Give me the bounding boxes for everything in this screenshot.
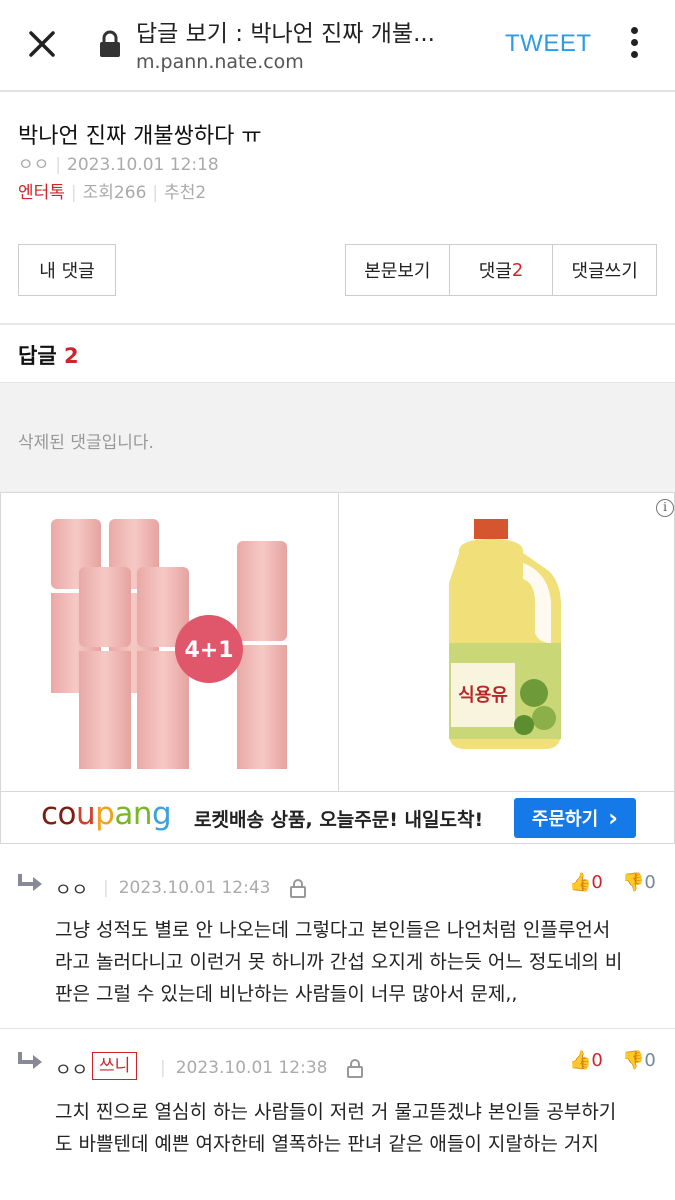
cooking-oil-product-image: 식용유 [449, 519, 561, 749]
divider [0, 1028, 675, 1029]
comment-line: 도 바쁠텐데 예쁜 여자한테 열폭하는 판녀 같은 애들이 지랄하는 거지 [55, 1133, 599, 1155]
chevron-right-icon: › [608, 804, 619, 832]
like-count: 0 [591, 872, 603, 893]
article-title[interactable]: 박나언 진짜 개불쌍하다 ㅠ [18, 118, 262, 150]
thumbs-up-icon: 👍 [569, 1050, 592, 1071]
thumbs-up-icon: 👍 [569, 872, 592, 893]
comment-line: 그치 찐으로 열심히 하는 사람들이 저런 거 물고뜯겠냐 본인들 공부하기 [55, 1101, 617, 1123]
like-button[interactable]: 👍0 [569, 872, 603, 893]
comment-line: 그냥 성적도 별로 안 나오는데 그렇다고 본인들은 나언처럼 인플루언서 [55, 919, 611, 941]
article-actions: 본문보기 댓글 2 댓글쓰기 [345, 244, 657, 296]
logo-part: u [76, 796, 96, 832]
dislike-button[interactable]: 👎0 [622, 1050, 656, 1071]
my-comments-button[interactable]: 내 댓글 [18, 244, 116, 296]
comment-datetime-text: 2023.10.01 12:43 [118, 878, 271, 898]
article-datetime: 2023.10.01 12:18 [67, 155, 219, 175]
reply-arrow-icon [18, 1052, 42, 1069]
view-post-label: 본문보기 [364, 261, 431, 282]
comment-body: 그냥 성적도 별로 안 나오는데 그렇다고 본인들은 나언처럼 인플루언서 라고… [55, 914, 665, 1010]
ad-text: 로켓배송 상품, 오늘주문! 내일도착! [194, 809, 484, 831]
comments-button[interactable]: 댓글 2 [450, 245, 554, 295]
replies-heading: 답글 2 [18, 340, 79, 370]
write-comment-button[interactable]: 댓글쓰기 [553, 245, 656, 295]
deleted-comment: 삭제된 댓글입니다. [0, 382, 675, 492]
like-count: 0 [591, 1050, 603, 1071]
dislike-count: 0 [644, 872, 656, 893]
lock-icon[interactable] [289, 878, 307, 898]
comment-datetime-text: 2023.10.01 12:38 [175, 1058, 328, 1078]
view-post-button[interactable]: 본문보기 [346, 245, 450, 295]
tweet-button[interactable]: TWEET [505, 30, 592, 58]
lock-icon [100, 30, 120, 57]
article-recommends: 추천2 [164, 183, 207, 203]
coupang-logo: coupang [41, 796, 172, 832]
comment-nickname[interactable]: ㅇㅇ [55, 1056, 88, 1082]
lock-icon[interactable] [346, 1058, 364, 1078]
dislike-button[interactable]: 👎0 [622, 872, 656, 893]
page-title: 답글 보기 : 박나언 진짜 개불... [136, 21, 435, 47]
like-button[interactable]: 👍0 [569, 1050, 603, 1071]
article-views: 조회266 [82, 183, 147, 203]
reply-arrow-icon [18, 874, 42, 891]
deleted-comment-text: 삭제된 댓글입니다. [18, 433, 154, 453]
comments-label: 댓글 [478, 261, 512, 282]
replies-count: 2 [63, 344, 79, 368]
article-author: ㅇㅇ [18, 155, 50, 175]
close-icon[interactable] [22, 24, 62, 64]
author-badge: 쓰니 [92, 1052, 138, 1080]
logo-part: co [41, 796, 77, 832]
comment-line: 라고 놀러다니고 이런거 못 하니까 간섭 오지게 하는듯 어느 정도네의 비 [55, 951, 623, 973]
ad-banner[interactable]: coupang 로켓배송 상품, 오늘주문! 내일도착! 주문하기 › [1, 791, 675, 843]
logo-part: g [152, 796, 172, 832]
comment-nickname[interactable]: ㅇㅇ [55, 876, 88, 902]
comment-body: 그치 찐으로 열심히 하는 사람들이 저런 거 물고뜯겠냐 본인들 공부하기 도… [55, 1096, 665, 1160]
comments-count: 2 [511, 259, 524, 281]
url-text[interactable]: m.pann.nate.com [136, 51, 304, 73]
ad-oil-label: 식용유 [458, 685, 508, 706]
thumbs-down-icon: 👎 [622, 872, 645, 893]
comment-datetime: | 2023.10.01 12:38 [160, 1058, 328, 1078]
order-button[interactable]: 주문하기 › [514, 798, 636, 838]
browser-toolbar: 답글 보기 : 박나언 진짜 개불... m.pann.nate.com TWE… [0, 0, 675, 92]
ad-info-icon[interactable]: i [656, 499, 674, 517]
write-comment-label: 댓글쓰기 [571, 261, 638, 282]
more-menu-icon[interactable] [624, 24, 644, 64]
divider [0, 323, 675, 325]
comment-datetime: | 2023.10.01 12:43 [103, 878, 271, 898]
logo-part: an [114, 796, 153, 832]
article-stats: 엔터톡 | 조회266 | 추천2 [18, 183, 207, 203]
comment-line: 판은 그럴 수 있는데 비난하는 사람들이 너무 많아서 문제,, [55, 983, 518, 1005]
article-meta: ㅇㅇ | 2023.10.01 12:18 [18, 155, 219, 175]
replies-label: 답글 [18, 344, 57, 368]
thumbs-down-icon: 👎 [622, 1050, 645, 1071]
ad-product-lipstick[interactable]: 4+1 [1, 493, 339, 791]
ad-product-oil[interactable]: 식용유 i [339, 493, 675, 791]
lipstick-product-image: 4+1 [51, 519, 287, 769]
logo-part: p [95, 796, 115, 832]
ad-badge-text: 4+1 [184, 638, 233, 663]
article-category[interactable]: 엔터톡 [18, 183, 65, 203]
dislike-count: 0 [644, 1050, 656, 1071]
advertisement[interactable]: 4+1 식용유 i coupang 로켓배송 상품, 오늘주문! 내일도착! 주… [0, 492, 675, 844]
order-button-label: 주문하기 [531, 809, 599, 830]
